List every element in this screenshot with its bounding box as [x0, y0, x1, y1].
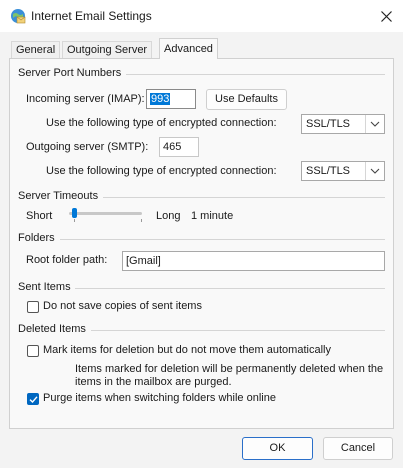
- section-heading-deleted-items: Deleted Items: [18, 323, 86, 335]
- chevron-down-icon: [365, 115, 384, 133]
- section-heading-sent-items: Sent Items: [18, 281, 71, 293]
- incoming-encryption-select[interactable]: SSL/TLS: [301, 114, 385, 134]
- slider-tick: [74, 219, 75, 222]
- timeout-value: 1 minute: [191, 210, 234, 222]
- incoming-port-field[interactable]: 993: [146, 89, 196, 109]
- tab-general[interactable]: General: [11, 41, 61, 58]
- tab-advanced[interactable]: Advanced: [159, 38, 218, 59]
- timeout-slider-thumb[interactable]: [72, 208, 78, 218]
- section-heading-server-ports: Server Port Numbers: [18, 67, 122, 79]
- section-heading-folders: Folders: [18, 232, 55, 244]
- root-folder-label: Root folder path:: [26, 254, 108, 266]
- timeout-slider-track[interactable]: [69, 212, 142, 215]
- outgoing-port-field[interactable]: 465: [159, 137, 199, 157]
- timeout-short-label: Short: [26, 210, 53, 222]
- purge-items-checkbox[interactable]: [27, 393, 39, 405]
- section-divider: [60, 239, 385, 240]
- window-title: Internet Email Settings: [31, 9, 152, 23]
- deletion-note-line2: items in the mailbox are purged.: [75, 376, 232, 388]
- slider-tick: [141, 219, 142, 222]
- do-not-save-label[interactable]: Do not save copies of sent items: [43, 300, 202, 312]
- close-icon: [380, 10, 392, 22]
- chevron-down-icon: [365, 162, 384, 180]
- checkmark-icon: [29, 395, 38, 403]
- outgoing-server-label: Outgoing server (SMTP):: [26, 141, 149, 153]
- outgoing-encryption-label: Use the following type of encrypted conn…: [46, 165, 277, 177]
- close-button[interactable]: [372, 5, 400, 27]
- section-divider: [91, 330, 385, 331]
- incoming-encryption-label: Use the following type of encrypted conn…: [46, 117, 277, 129]
- mark-for-deletion-label[interactable]: Mark items for deletion but do not move …: [43, 344, 331, 356]
- use-defaults-button[interactable]: Use Defaults: [206, 89, 287, 110]
- tab-outgoing-server[interactable]: Outgoing Server: [62, 41, 153, 58]
- outgoing-encryption-select[interactable]: SSL/TLS: [301, 161, 385, 181]
- ok-button[interactable]: OK: [242, 437, 313, 460]
- purge-items-label[interactable]: Purge items when switching folders while…: [43, 392, 276, 404]
- section-divider: [126, 74, 385, 75]
- section-divider: [75, 288, 385, 289]
- root-folder-field[interactable]: [Gmail]: [122, 251, 385, 271]
- incoming-server-label: Incoming server (IMAP):: [26, 93, 145, 105]
- section-divider: [103, 197, 385, 198]
- globe-mail-icon: [10, 8, 26, 24]
- section-heading-server-timeouts: Server Timeouts: [18, 190, 99, 202]
- incoming-encryption-value: SSL/TLS: [306, 118, 351, 130]
- tab-strip: General Outgoing Server Advanced: [9, 38, 394, 59]
- mark-for-deletion-checkbox[interactable]: [27, 345, 39, 357]
- outgoing-encryption-value: SSL/TLS: [306, 165, 351, 177]
- do-not-save-checkbox[interactable]: [27, 301, 39, 313]
- timeout-long-label: Long: [156, 210, 181, 222]
- cancel-button[interactable]: Cancel: [323, 437, 393, 460]
- deletion-note-line1: Items marked for deletion will be perman…: [75, 363, 384, 375]
